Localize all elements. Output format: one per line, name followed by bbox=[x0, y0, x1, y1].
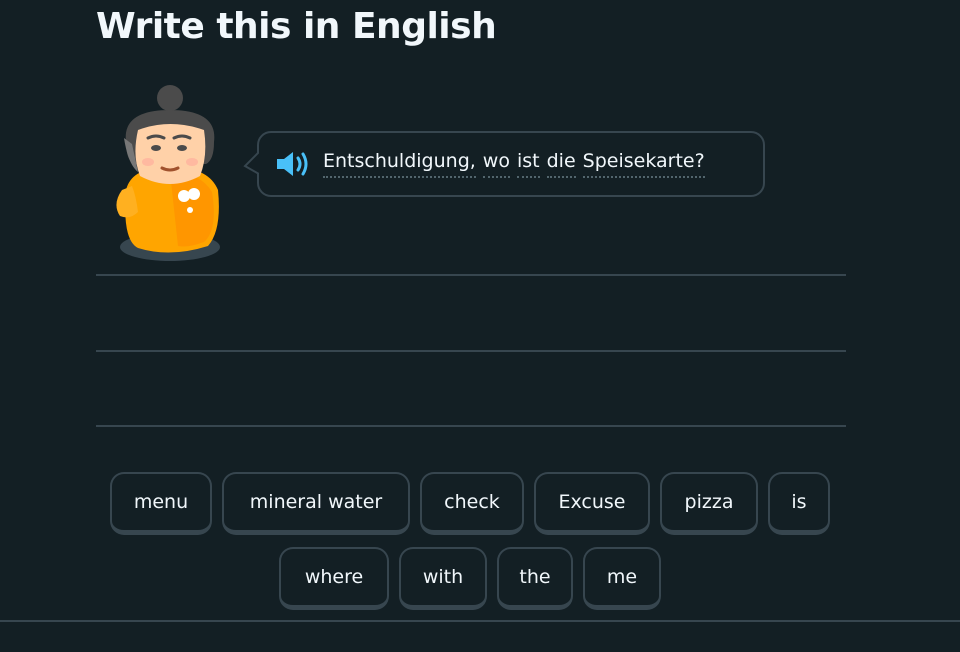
word-bank-row-1: menu mineral water check Excuse pizza is bbox=[0, 472, 940, 535]
word-tile[interactable]: me bbox=[583, 547, 661, 610]
word-tile[interactable]: menu bbox=[110, 472, 212, 535]
word-tile[interactable]: where bbox=[279, 547, 389, 610]
prompt-word[interactable]: Entschuldigung, bbox=[323, 150, 476, 178]
prompt-word[interactable]: ist bbox=[516, 150, 540, 178]
answer-line bbox=[96, 274, 846, 276]
lesson-page: Write this in English Entschuldigung, wo… bbox=[0, 0, 960, 652]
word-tile[interactable]: mineral water bbox=[222, 472, 410, 535]
page-title: Write this in English bbox=[96, 6, 497, 47]
word-tile[interactable]: pizza bbox=[660, 472, 758, 535]
character-illustration bbox=[116, 85, 220, 261]
speaker-icon[interactable] bbox=[275, 149, 311, 179]
prompt-word[interactable]: wo bbox=[482, 150, 510, 178]
word-tile[interactable]: Excuse bbox=[534, 472, 650, 535]
answer-line bbox=[96, 350, 846, 352]
word-tile[interactable]: with bbox=[399, 547, 487, 610]
prompt-word[interactable]: Speisekarte? bbox=[582, 150, 705, 178]
answer-line bbox=[96, 425, 846, 427]
prompt-word[interactable]: die bbox=[546, 150, 576, 178]
word-tile[interactable]: is bbox=[768, 472, 830, 535]
word-tile[interactable]: check bbox=[420, 472, 524, 535]
word-tile[interactable]: the bbox=[497, 547, 573, 610]
word-bank-row-2: where with the me bbox=[0, 547, 940, 610]
footer-divider bbox=[0, 620, 960, 622]
speech-bubble: Entschuldigung, wo ist die Speisekarte? bbox=[243, 131, 765, 197]
prompt-sentence: Entschuldigung, wo ist die Speisekarte? bbox=[323, 150, 705, 178]
